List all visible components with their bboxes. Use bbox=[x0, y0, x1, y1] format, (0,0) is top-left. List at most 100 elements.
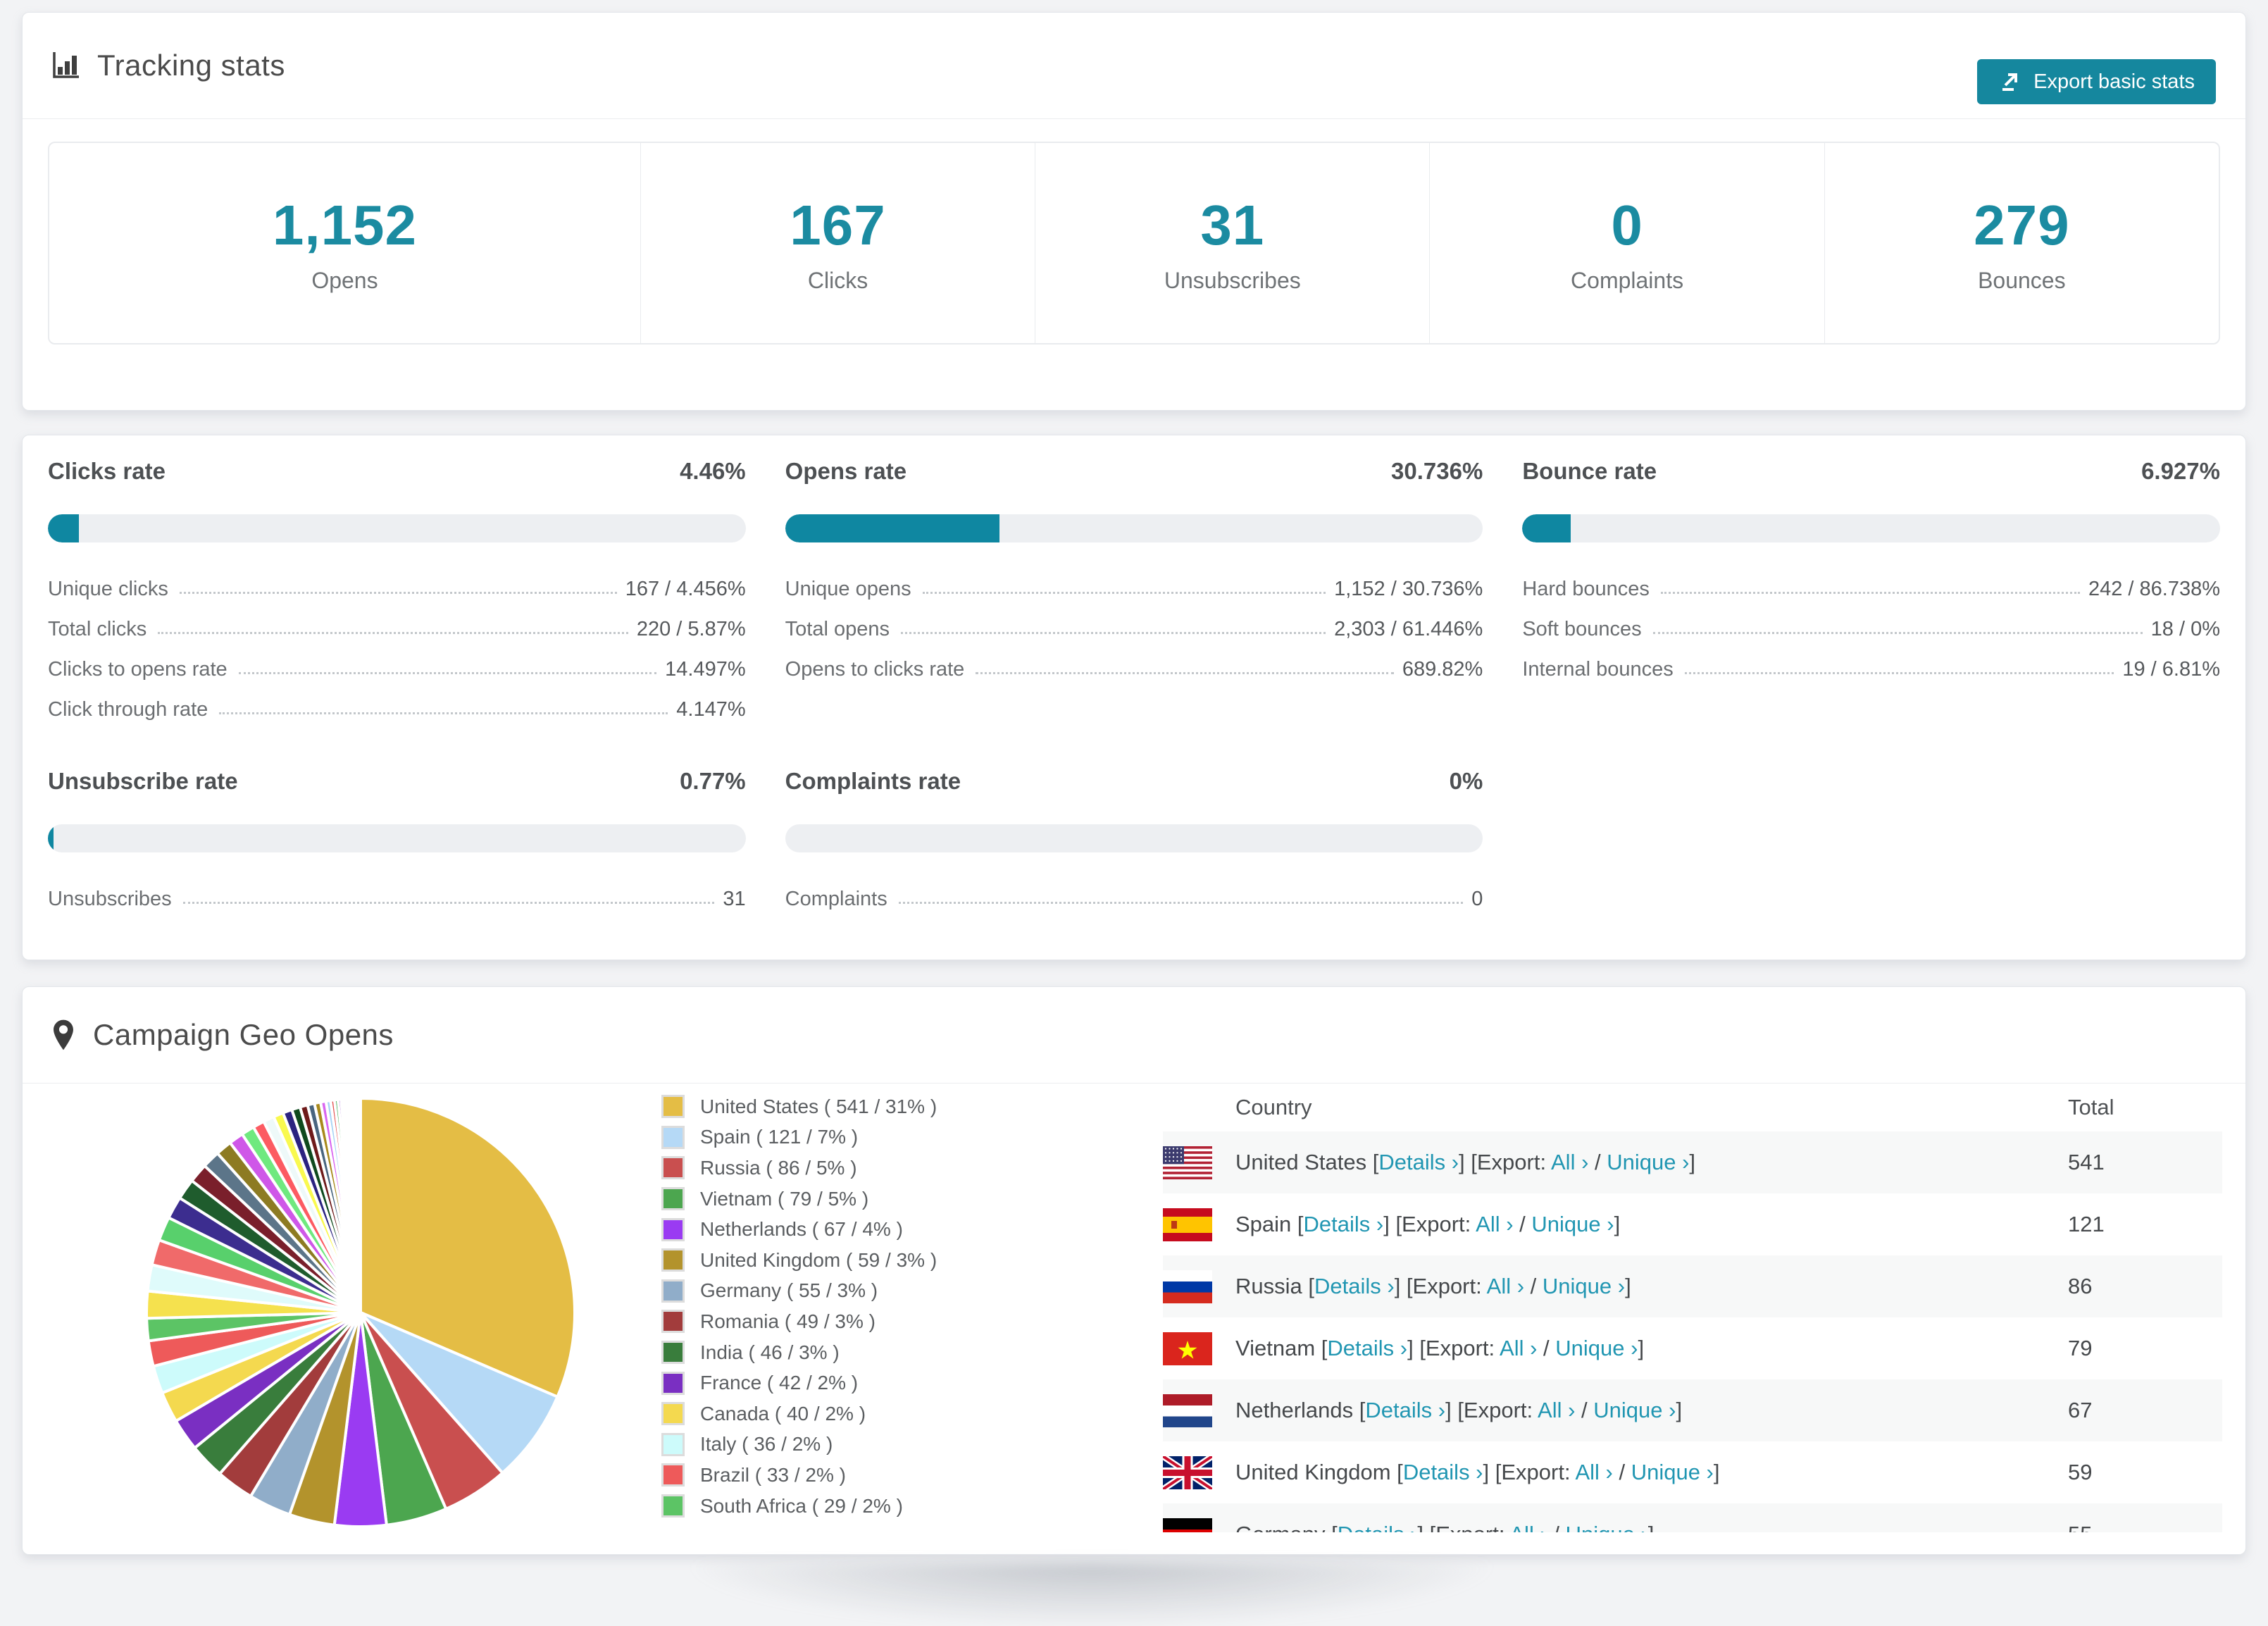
stat-label: Unsubscribes bbox=[1164, 267, 1301, 293]
export-unique-link[interactable]: Unique › bbox=[1631, 1460, 1714, 1484]
legend-item: Netherlands ( 67 / 4% ) bbox=[661, 1214, 937, 1245]
details-link[interactable]: Details › bbox=[1378, 1150, 1459, 1174]
rate-row-value: 31 bbox=[723, 888, 746, 910]
country-name: Vietnam [ bbox=[1235, 1336, 1328, 1360]
es-flag-icon bbox=[1163, 1208, 1212, 1241]
rate-row: Opens to clicks rate 689.82% bbox=[785, 643, 1483, 683]
gb-flag-icon bbox=[1163, 1456, 1212, 1489]
legend-swatch bbox=[661, 1217, 685, 1241]
rate-title: Unsubscribe rate bbox=[48, 768, 238, 794]
progress-fill bbox=[785, 514, 1000, 542]
legend-label: Russia ( 86 / 5% ) bbox=[700, 1156, 857, 1179]
rate-row-label: Hard bounces bbox=[1522, 578, 1650, 600]
slash-text: / bbox=[1588, 1150, 1607, 1174]
legend-swatch bbox=[661, 1310, 685, 1334]
details-link[interactable]: Details › bbox=[1365, 1398, 1445, 1422]
rate-block-bounce-rate: Bounce rate 6.927% Hard bounces 242 / 86.73… bbox=[1522, 458, 2220, 723]
progress-fill bbox=[1522, 514, 1571, 542]
export-unique-link[interactable]: Unique › bbox=[1543, 1274, 1625, 1298]
slash-text: / bbox=[1537, 1336, 1556, 1360]
details-link[interactable]: Details › bbox=[1403, 1460, 1483, 1484]
slash-text: / bbox=[1547, 1522, 1566, 1532]
legend-swatch bbox=[661, 1371, 685, 1395]
rate-row: Unique opens 1,152 / 30.736% bbox=[785, 562, 1483, 602]
legend-swatch bbox=[661, 1402, 685, 1426]
export-unique-link[interactable]: Unique › bbox=[1566, 1522, 1648, 1532]
details-link[interactable]: Details › bbox=[1338, 1522, 1418, 1532]
rate-row-label: Clicks to opens rate bbox=[48, 658, 228, 681]
country-cell: Netherlands [Details ›] [Export: All › /… bbox=[1235, 1398, 2068, 1423]
progress-bar bbox=[48, 824, 746, 852]
export-unique-link[interactable]: Unique › bbox=[1555, 1336, 1638, 1360]
legend-label: Vietnam ( 79 / 5% ) bbox=[700, 1187, 869, 1210]
legend-label: United Kingdom ( 59 / 3% ) bbox=[700, 1248, 937, 1271]
bracket-text: ] [Export: bbox=[1407, 1336, 1500, 1360]
us-flag-icon bbox=[1163, 1146, 1212, 1179]
export-all-link[interactable]: All › bbox=[1509, 1522, 1547, 1532]
stat-cell-unsubscribes: 31 Unsubscribes bbox=[1035, 143, 1429, 343]
stat-value: 279 bbox=[1974, 193, 2070, 256]
legend-label: Canada ( 40 / 2% ) bbox=[700, 1402, 866, 1425]
details-link[interactable]: Details › bbox=[1327, 1336, 1407, 1360]
dotted-leader bbox=[922, 592, 1326, 594]
geo-title-wrap: Campaign Geo Opens bbox=[49, 1018, 394, 1052]
export-all-link[interactable]: All › bbox=[1551, 1150, 1588, 1174]
export-unique-link[interactable]: Unique › bbox=[1593, 1398, 1676, 1422]
export-all-link[interactable]: All › bbox=[1476, 1212, 1513, 1236]
details-link[interactable]: Details › bbox=[1314, 1274, 1395, 1298]
progress-fill bbox=[48, 514, 80, 542]
dotted-leader bbox=[179, 592, 617, 594]
bracket-close: ] bbox=[1638, 1336, 1645, 1360]
export-unique-link[interactable]: Unique › bbox=[1607, 1150, 1689, 1174]
legend-item: Germany ( 55 / 3% ) bbox=[661, 1276, 937, 1307]
dotted-leader bbox=[1660, 592, 2080, 594]
geo-table: Country Total United States [Details ›] … bbox=[1163, 1084, 2222, 1532]
export-basic-stats-button[interactable]: Export basic stats bbox=[1977, 59, 2216, 104]
total-cell: 121 bbox=[2068, 1212, 2105, 1236]
bracket-text: ] [Export: bbox=[1445, 1398, 1538, 1422]
stat-value: 0 bbox=[1611, 193, 1643, 256]
geo-body: United States ( 541 / 31% ) Spain ( 121 /… bbox=[23, 1084, 2245, 1554]
legend-label: United States ( 541 / 31% ) bbox=[700, 1095, 937, 1117]
rate-row-label: Unique opens bbox=[785, 578, 911, 600]
details-link[interactable]: Details › bbox=[1304, 1212, 1384, 1236]
rate-row-value: 1,152 / 30.736% bbox=[1334, 578, 1483, 600]
dotted-leader bbox=[238, 672, 657, 674]
total-cell: 59 bbox=[2068, 1460, 2093, 1484]
rate-row-label: Opens to clicks rate bbox=[785, 658, 965, 681]
rate-row: Clicks to opens rate 14.497% bbox=[48, 643, 746, 683]
legend-swatch bbox=[661, 1341, 685, 1365]
stat-label: Clicks bbox=[807, 267, 868, 293]
rate-row-label: Click through rate bbox=[48, 698, 208, 721]
export-all-link[interactable]: All › bbox=[1575, 1460, 1612, 1484]
stat-cell-complaints: 0 Complaints bbox=[1429, 143, 1824, 343]
bracket-close: ] bbox=[1625, 1274, 1631, 1298]
stat-value: 1,152 bbox=[272, 193, 418, 256]
export-unique-link[interactable]: Unique › bbox=[1531, 1212, 1614, 1236]
rate-row: Hard bounces 242 / 86.738% bbox=[1522, 562, 2220, 602]
legend-item: Romania ( 49 / 3% ) bbox=[661, 1306, 937, 1337]
rate-row-label: Unique clicks bbox=[48, 578, 168, 600]
legend-label: South Africa ( 29 / 2% ) bbox=[700, 1494, 903, 1517]
export-all-link[interactable]: All › bbox=[1500, 1336, 1537, 1360]
rate-row-value: 18 / 0% bbox=[2150, 618, 2220, 640]
rate-block-complaints-rate: Complaints rate 0% Complaints 0 bbox=[785, 768, 1483, 912]
table-row-ru: Russia [Details ›] [Export: All › / Uniq… bbox=[1163, 1255, 2222, 1317]
rate-row-value: 0 bbox=[1471, 888, 1483, 910]
rate-row-label: Internal bounces bbox=[1522, 658, 1674, 681]
bracket-text: ] [Export: bbox=[1394, 1274, 1487, 1298]
rate-title: Clicks rate bbox=[48, 458, 166, 484]
table-row-nl: Netherlands [Details ›] [Export: All › /… bbox=[1163, 1379, 2222, 1441]
progress-bar bbox=[785, 824, 1483, 852]
dotted-leader bbox=[1652, 632, 2143, 634]
export-all-link[interactable]: All › bbox=[1487, 1274, 1524, 1298]
rate-value: 0% bbox=[1449, 768, 1483, 794]
export-all-link[interactable]: All › bbox=[1538, 1398, 1575, 1422]
bracket-text: ] [Export: bbox=[1383, 1212, 1476, 1236]
bracket-close: ] bbox=[1689, 1150, 1696, 1174]
country-name: Russia [ bbox=[1235, 1274, 1314, 1298]
table-row-vn: Vietnam [Details ›] [Export: All › / Uni… bbox=[1163, 1317, 2222, 1379]
bracket-text: ] [Export: bbox=[1483, 1460, 1576, 1484]
tracking-stats-title: Tracking stats bbox=[49, 49, 285, 82]
slash-text: / bbox=[1513, 1212, 1532, 1236]
